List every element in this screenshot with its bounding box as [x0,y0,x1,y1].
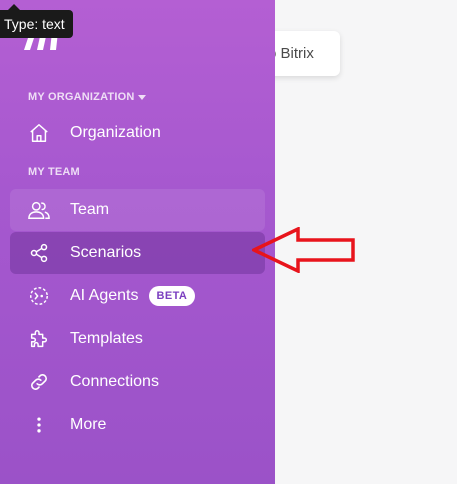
puzzle-icon [27,327,51,351]
sidebar-item-organization[interactable]: Organization [10,112,265,154]
sidebar-item-connections[interactable]: Connections [10,361,265,403]
share-icon [27,241,51,265]
users-icon [27,198,51,222]
annotation-arrow-icon [252,227,355,273]
sidebar-item-label: Team [70,201,110,218]
caret-down-icon [138,95,147,100]
team-section-label: MY TEAM [28,166,80,178]
org-section-header[interactable]: MY ORGANIZATION [28,91,147,103]
home-icon [27,121,51,145]
sidebar-item-label: Templates [70,330,143,347]
sidebar-item-templates[interactable]: Templates [10,318,265,360]
link-icon [27,370,51,394]
app-page: o Bitrix MY ORGANIZATION Organization MY… [0,0,457,484]
tooltip: Type: text [0,4,73,38]
sidebar-item-label: Organization [70,124,161,141]
sidebar-item-label: More [70,416,107,433]
more-vertical-icon [27,413,51,437]
sidebar-item-scenarios[interactable]: Scenarios [10,232,265,274]
org-section-label: MY ORGANIZATION [28,91,135,103]
sidebar-item-more[interactable]: More [10,404,265,446]
sidebar-item-label: Connections [70,373,159,390]
team-section-header: MY TEAM [28,166,80,178]
tooltip-arrow [8,4,20,10]
beta-badge: BETA [148,286,196,306]
sidebar-item-team[interactable]: Team [10,189,265,231]
sidebar-item-label: Scenarios [70,244,142,261]
sidebar-item-label: AI Agents [70,287,139,304]
sidebar-item-ai-agents[interactable]: AI Agents BETA [10,275,265,317]
ai-agent-icon [27,284,51,308]
sidebar: MY ORGANIZATION Organization MY TEAM Tea… [0,0,275,484]
tooltip-text: Type: text [4,16,65,32]
